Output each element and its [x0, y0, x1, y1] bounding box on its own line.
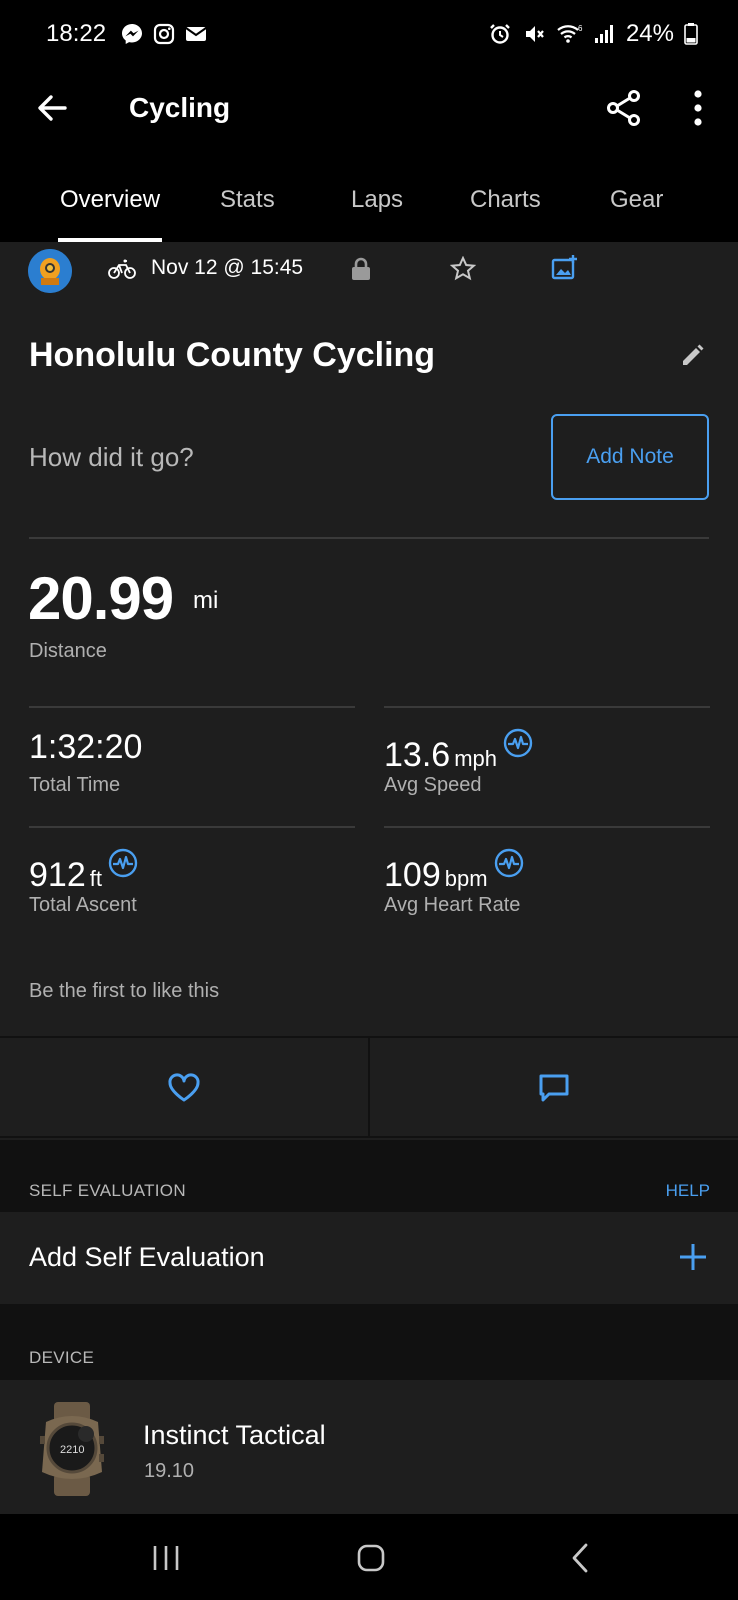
home-icon	[357, 1544, 385, 1572]
more-options-button[interactable]	[676, 84, 720, 132]
add-self-evaluation-row[interactable]: Add Self Evaluation	[0, 1212, 738, 1304]
stat-value: 109	[384, 856, 441, 894]
tab-stats[interactable]: Stats	[220, 182, 275, 222]
stat-avg-heart-rate: 109 bpm Avg Heart Rate	[384, 826, 710, 944]
activity-pulse-icon[interactable]	[503, 728, 533, 767]
activity-title: Honolulu County Cycling	[29, 336, 436, 374]
tab-charts[interactable]: Charts	[470, 182, 541, 222]
plus-icon[interactable]	[678, 1242, 708, 1272]
stat-value: 912	[29, 856, 86, 894]
arrow-left-icon	[38, 95, 67, 121]
mail-icon	[185, 27, 207, 41]
star-icon[interactable]	[450, 256, 476, 282]
status-right: 6 24%	[488, 20, 698, 48]
likes-text: Be the first to like this	[29, 980, 220, 1002]
heart-icon	[168, 1073, 200, 1102]
home-button[interactable]	[341, 1534, 401, 1582]
status-time: 18:22	[46, 20, 107, 47]
stat-avg-speed: 13.6 mph Avg Speed	[384, 706, 710, 824]
add-photo-icon[interactable]	[551, 254, 579, 282]
mute-icon	[525, 26, 544, 42]
chevron-left-icon	[572, 1543, 588, 1573]
stat-total-time: 1:32:20 Total Time	[29, 706, 355, 824]
back-button[interactable]	[30, 86, 74, 130]
share-icon	[607, 90, 640, 126]
app-bar: Cycling	[0, 72, 738, 164]
signal-icon	[594, 25, 613, 43]
divider	[29, 537, 709, 539]
lock-icon[interactable]	[350, 256, 372, 282]
avatar[interactable]	[28, 249, 72, 293]
device-section: DEVICE	[0, 1304, 738, 1380]
device-row[interactable]: 2210 Instinct Tactical 19.10	[0, 1380, 738, 1514]
activity-pulse-icon[interactable]	[108, 848, 138, 887]
watch-face-reading: 2210	[60, 1444, 84, 1456]
recent-apps-icon	[153, 1546, 179, 1570]
share-button[interactable]	[600, 84, 648, 132]
distance-value: 20.99	[28, 565, 174, 632]
system-nav-bar	[0, 1514, 738, 1600]
self-evaluation-section: SELF EVALUATION HELP	[0, 1140, 738, 1212]
tab-laps[interactable]: Laps	[351, 182, 403, 222]
add-note-button[interactable]: Add Note	[551, 414, 709, 500]
comment-icon	[539, 1074, 569, 1102]
stat-unit: mph	[454, 746, 497, 771]
section-header: SELF EVALUATION	[29, 1181, 186, 1200]
stat-unit: bpm	[444, 866, 488, 891]
stat-label: Avg Speed	[384, 774, 482, 796]
social-actions-row	[0, 1036, 738, 1138]
distance-unit: mi	[193, 587, 219, 614]
battery-icon	[684, 23, 698, 45]
bike-icon	[108, 259, 136, 279]
device-name: Instinct Tactical	[143, 1420, 326, 1450]
stat-label: Total Time	[29, 774, 121, 796]
section-header: DEVICE	[29, 1348, 95, 1367]
stat-label: Avg Heart Rate	[384, 894, 521, 916]
more-vert-icon	[694, 90, 702, 126]
edit-pencil-icon[interactable]	[680, 342, 706, 368]
wifi-icon: 6	[557, 24, 583, 43]
svg-text:6: 6	[578, 24, 583, 33]
instagram-icon	[153, 23, 175, 45]
battery-percent: 24%	[625, 20, 674, 47]
system-back-button[interactable]	[550, 1534, 610, 1582]
overview-content: Nov 12 @ 15:45 Honolulu County Cycling H…	[0, 242, 738, 1514]
activity-meta-row: Nov 12 @ 15:45	[0, 242, 738, 302]
distance-label: Distance	[29, 640, 107, 662]
messenger-icon	[122, 24, 142, 44]
stat-unit: ft	[89, 866, 102, 891]
status-left-icons	[120, 22, 208, 46]
stat-label: Total Ascent	[29, 894, 137, 916]
device-version: 19.10	[144, 1460, 195, 1482]
like-button[interactable]	[0, 1038, 368, 1138]
add-self-evaluation-label: Add Self Evaluation	[29, 1242, 265, 1272]
status-bar: 18:22 6 24%	[0, 0, 738, 72]
tab-overview[interactable]: Overview	[60, 182, 160, 222]
page-title: Cycling	[129, 92, 231, 123]
alarm-icon	[490, 24, 510, 44]
diver-helmet-icon	[28, 249, 72, 293]
watch-image: 2210	[40, 1402, 104, 1496]
recent-apps-button[interactable]	[136, 1534, 196, 1582]
stat-total-ascent: 912 ft Total Ascent	[29, 826, 355, 944]
comment-button[interactable]	[370, 1038, 738, 1138]
tab-bar: Overview Stats Laps Charts Gear	[0, 164, 738, 242]
tab-gear[interactable]: Gear	[610, 182, 663, 222]
activity-pulse-icon[interactable]	[494, 848, 524, 887]
stat-value: 1:32:20	[29, 728, 143, 766]
activity-date: Nov 12 @ 15:45	[151, 256, 304, 279]
stat-value: 13.6	[384, 736, 451, 774]
help-link[interactable]: HELP	[666, 1181, 710, 1201]
how-did-it-go-prompt: How did it go?	[29, 442, 194, 472]
